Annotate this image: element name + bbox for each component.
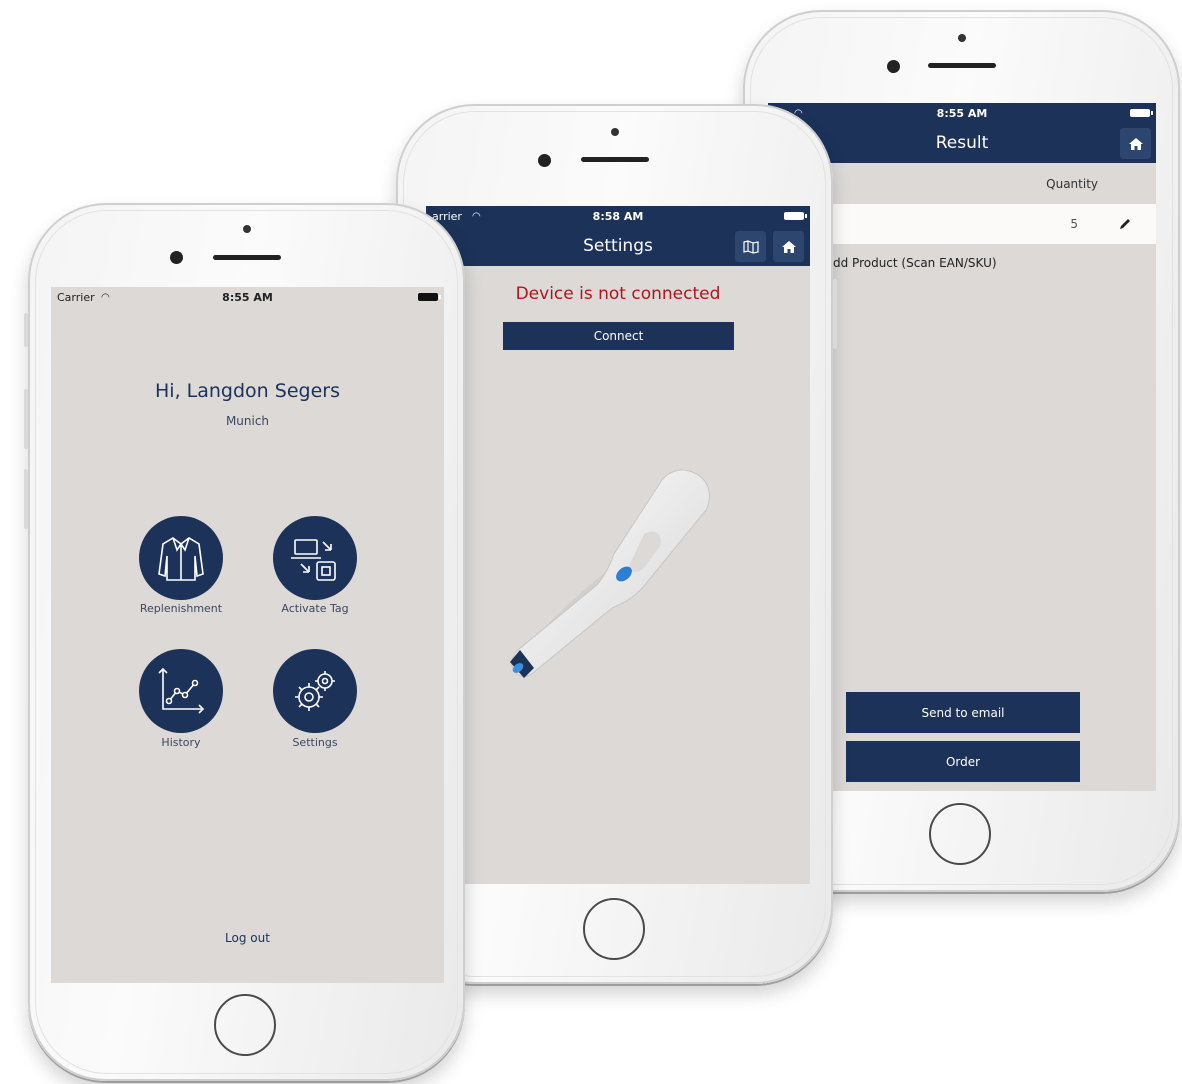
home-button[interactable] bbox=[773, 231, 804, 262]
settings-screen: arrier ◠ 8:58 AM ‹ Settings Device is no… bbox=[426, 206, 810, 884]
volume-up-button bbox=[24, 389, 28, 449]
status-time: 8:58 AM bbox=[592, 209, 644, 223]
status-bar: arrier ◠ 8:58 AM bbox=[426, 206, 810, 226]
settings-label: Settings bbox=[292, 736, 338, 749]
order-button[interactable]: Order bbox=[846, 741, 1080, 782]
phone-home-button[interactable] bbox=[214, 994, 276, 1056]
add-product-label: Add Product (Scan EAN/SKU) bbox=[825, 256, 997, 270]
connect-button[interactable]: Connect bbox=[503, 322, 734, 350]
front-camera bbox=[170, 251, 183, 264]
battery-icon bbox=[784, 212, 807, 220]
phone-home-button[interactable] bbox=[583, 898, 645, 960]
volume-down-button bbox=[24, 469, 28, 529]
navigation-bar: ‹ Settings bbox=[426, 226, 810, 266]
earpiece-speaker bbox=[213, 255, 281, 260]
home-screen: Carrier ◠ 8:55 AM Hi, Langdon Segers Mun… bbox=[51, 287, 444, 983]
status-time: 8:55 AM bbox=[222, 290, 273, 304]
edit-pencil-icon[interactable] bbox=[1118, 217, 1132, 231]
battery-icon bbox=[1130, 109, 1153, 117]
map-icon bbox=[742, 239, 759, 254]
proximity-sensor bbox=[243, 225, 251, 233]
connection-status-message: Device is not connected bbox=[515, 284, 721, 304]
nav-title: Settings bbox=[583, 236, 653, 256]
nav-title: Result bbox=[935, 133, 989, 153]
add-product-button[interactable]: Add Product (Scan EAN/SKU) bbox=[806, 256, 997, 270]
earpiece-speaker bbox=[581, 157, 649, 162]
proximity-sensor bbox=[958, 34, 966, 42]
quantity-column-header: Quantity bbox=[1046, 177, 1098, 191]
settings-button[interactable] bbox=[273, 649, 357, 733]
history-label: History bbox=[161, 736, 201, 749]
gears-icon bbox=[295, 671, 335, 711]
status-bar: ier ◠ 8:55 AM bbox=[768, 103, 1156, 123]
phone-home: Carrier ◠ 8:55 AM Hi, Langdon Segers Mun… bbox=[24, 203, 465, 1081]
status-bar: Carrier ◠ 8:55 AM bbox=[51, 287, 444, 307]
replenishment-button[interactable] bbox=[139, 516, 223, 600]
phone-home-button[interactable] bbox=[929, 803, 991, 865]
history-button[interactable] bbox=[139, 649, 223, 733]
laptop-tag-icon bbox=[291, 539, 336, 581]
battery-icon bbox=[418, 293, 441, 301]
logout-button[interactable]: Log out bbox=[51, 931, 444, 945]
mute-switch bbox=[24, 313, 28, 347]
activate-tag-label: Activate Tag bbox=[281, 602, 349, 615]
front-camera bbox=[538, 154, 551, 167]
earpiece-speaker bbox=[928, 63, 996, 68]
greeting-title: Hi, Langdon Segers bbox=[155, 380, 340, 402]
shirt-icon bbox=[158, 537, 204, 581]
status-time: 8:55 AM bbox=[936, 106, 988, 120]
activate-tag-button[interactable] bbox=[273, 516, 357, 600]
quantity-value: 5 bbox=[1070, 217, 1078, 231]
home-button[interactable] bbox=[1120, 128, 1151, 159]
location-label: Munich bbox=[225, 414, 270, 428]
map-button[interactable] bbox=[735, 231, 766, 262]
send-to-email-button[interactable]: Send to email bbox=[846, 692, 1080, 733]
home-icon bbox=[781, 240, 796, 253]
front-camera bbox=[887, 60, 900, 73]
volume-button bbox=[833, 279, 837, 349]
line-chart-icon bbox=[158, 667, 205, 714]
home-icon bbox=[1128, 137, 1143, 150]
replenishment-label: Replenishment bbox=[139, 602, 223, 615]
proximity-sensor bbox=[611, 128, 619, 136]
rfid-scanner-image bbox=[510, 469, 710, 678]
